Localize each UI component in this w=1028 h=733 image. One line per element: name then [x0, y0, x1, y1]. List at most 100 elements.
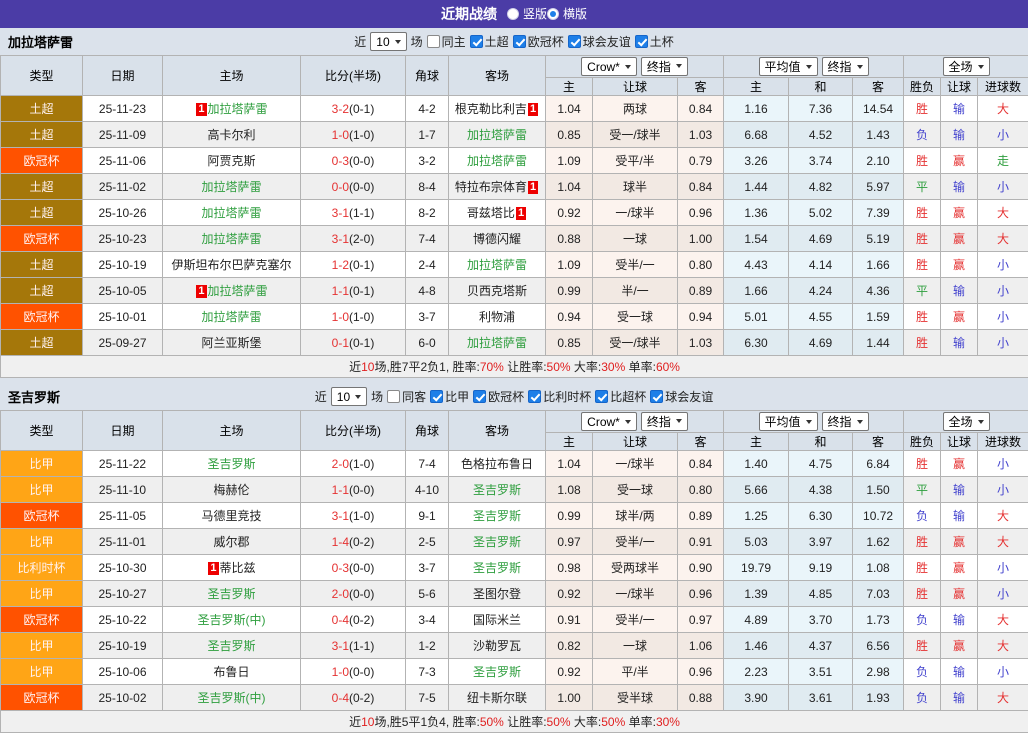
result-outcome: 胜 [904, 200, 941, 226]
corners-cell: 3-7 [406, 304, 449, 330]
halftime-score: (0-0) [349, 587, 374, 601]
result-text: 赢 [953, 206, 965, 220]
layout-radio-horizontal[interactable]: 横版 [547, 5, 587, 22]
col-home: 主场 [163, 56, 301, 96]
result-handicap: 输 [941, 659, 978, 685]
fulltime-score: 2-0 [332, 457, 349, 471]
unchecked-checkbox[interactable] [387, 390, 400, 403]
avg-source-select[interactable]: 平均值 [759, 57, 818, 76]
checked-checkbox[interactable] [568, 35, 581, 48]
odds-home: 1.08 [546, 477, 593, 503]
same-venue-filter[interactable]: 同主 [427, 33, 467, 50]
match-date: 25-10-02 [83, 685, 163, 711]
league-filter[interactable]: 土杯 [635, 33, 675, 50]
league-filter[interactable]: 球会友谊 [650, 388, 714, 405]
result-text: 大 [997, 535, 1009, 549]
result-text: 大 [997, 639, 1009, 653]
same-venue-filter[interactable]: 同客 [387, 388, 427, 405]
home-team-cell: 布鲁日 [163, 659, 301, 685]
result-goals: 走 [978, 148, 1028, 174]
checked-checkbox[interactable] [470, 35, 483, 48]
match-row: 欧冠杯25-11-06阿贾克斯0-3(0-0)3-2加拉塔萨雷1.09受平/半0… [1, 148, 1028, 174]
result-text: 平 [916, 180, 928, 194]
layout-radio-vertical[interactable]: 竖版 [507, 5, 547, 22]
league-filter[interactable]: 欧冠杯 [473, 388, 525, 405]
avg-draw: 4.38 [789, 477, 853, 503]
odds-endtime-select-value: 终指 [647, 413, 671, 430]
team-name-text: 加拉塔萨雷 [467, 336, 527, 350]
checked-checkbox[interactable] [430, 390, 443, 403]
checked-checkbox[interactable] [513, 35, 526, 48]
corners-cell: 5-6 [406, 581, 449, 607]
home-team-cell: 圣吉罗斯 [163, 581, 301, 607]
summary-segment: 单率: [625, 715, 656, 729]
odds-home: 1.04 [546, 451, 593, 477]
match-date: 25-10-05 [83, 278, 163, 304]
scope-select-value: 全场 [949, 58, 973, 75]
team-name-text: 加拉塔萨雷 [208, 102, 268, 116]
checked-checkbox[interactable] [528, 390, 541, 403]
subcol-avg-draw: 和 [789, 433, 853, 451]
result-handicap: 赢 [941, 200, 978, 226]
odds-endtime-select[interactable]: 终指 [641, 412, 688, 431]
result-handicap: 赢 [941, 252, 978, 278]
avg-home: 1.25 [724, 503, 789, 529]
avg-draw: 3.51 [789, 659, 853, 685]
odds-source-select[interactable]: Crow* [581, 57, 637, 76]
result-outcome: 胜 [904, 252, 941, 278]
checked-checkbox[interactable] [650, 390, 663, 403]
team-name-text: 圣吉罗斯 [473, 665, 521, 679]
result-handicap: 输 [941, 685, 978, 711]
away-team-cell: 圣吉罗斯 [449, 659, 546, 685]
summary-segment: 让胜率: [504, 360, 547, 374]
match-count-select[interactable]: 10 [331, 387, 367, 406]
scope-select[interactable]: 全场 [943, 57, 990, 76]
scope-group-header: 全场 [904, 56, 1028, 78]
scope-select[interactable]: 全场 [943, 412, 990, 431]
checked-checkbox[interactable] [635, 35, 648, 48]
score-cell: 0-0(0-0) [301, 174, 406, 200]
team-name-text: 加拉塔萨雷 [201, 206, 261, 220]
result-outcome: 胜 [904, 148, 941, 174]
unchecked-checkbox[interactable] [427, 35, 440, 48]
league-filter[interactable]: 比利时杯 [528, 388, 592, 405]
league-filter[interactable]: 球会友谊 [568, 33, 632, 50]
summary-segment: 30% [656, 715, 680, 729]
result-text: 大 [997, 691, 1009, 705]
result-outcome: 负 [904, 659, 941, 685]
league-badge: 比甲 [1, 659, 83, 685]
match-row: 比甲25-10-19圣吉罗斯3-1(1-1)1-2沙勒罗瓦0.82一球1.061… [1, 633, 1028, 659]
away-team-cell: 纽卡斯尔联 [449, 685, 546, 711]
avg-draw: 4.69 [789, 226, 853, 252]
result-text: 胜 [916, 206, 928, 220]
match-count-select[interactable]: 10 [370, 32, 406, 51]
avg-endtime-select[interactable]: 终指 [822, 57, 869, 76]
avg-home: 3.90 [724, 685, 789, 711]
result-outcome: 平 [904, 174, 941, 200]
home-team-cell: 圣吉罗斯 [163, 451, 301, 477]
odds-handicap: 一球 [593, 226, 678, 252]
home-team-cell: 威尔郡 [163, 529, 301, 555]
odds-endtime-select[interactable]: 终指 [641, 57, 688, 76]
avg-home: 1.54 [724, 226, 789, 252]
fulltime-score: 1-0 [332, 310, 349, 324]
odds-handicap: 球半 [593, 174, 678, 200]
avg-source-select[interactable]: 平均值 [759, 412, 818, 431]
odds-handicap: 受两球半 [593, 555, 678, 581]
league-badge: 土超 [1, 174, 83, 200]
league-filter[interactable]: 欧冠杯 [513, 33, 565, 50]
halftime-score: (0-1) [349, 336, 374, 350]
avg-endtime-select-value: 终指 [828, 413, 852, 430]
avg-endtime-select[interactable]: 终指 [822, 412, 869, 431]
layout-radio-group: 竖版横版 [507, 5, 587, 23]
league-filter[interactable]: 比甲 [430, 388, 470, 405]
match-date: 25-09-27 [83, 330, 163, 356]
checked-checkbox[interactable] [473, 390, 486, 403]
league-filter[interactable]: 土超 [470, 33, 510, 50]
odds-handicap: 一/球半 [593, 451, 678, 477]
team-name-text: 高卡尔利 [207, 128, 255, 142]
league-filter[interactable]: 比超杯 [595, 388, 647, 405]
away-team-cell: 圣吉罗斯 [449, 477, 546, 503]
odds-source-select[interactable]: Crow* [581, 412, 637, 431]
checked-checkbox[interactable] [595, 390, 608, 403]
